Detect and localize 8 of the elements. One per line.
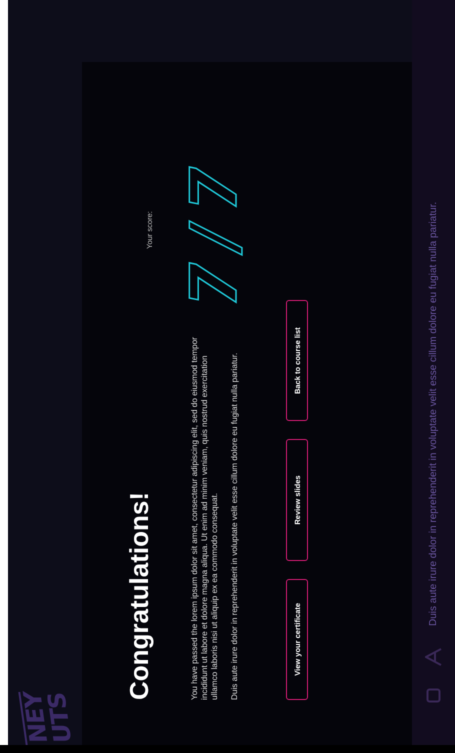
square-icon[interactable] <box>426 688 441 703</box>
footer-text: Duis aute irure dolor in reprehenderit in voluptate velit esse cillum dolore eu fugiat nulla pariatur. <box>427 200 440 626</box>
body-text: You have passed the lorem ipsum dolor sit amet, consectetur adipiscing elit, sed do eiusmod tempor incididunt ut labore et dolore magna aliqua. Ut enim ad minim veniam, quis nostrud exercitation ullamco laboris nisi ut aliquip ex ea commodo consequat. <box>190 336 220 700</box>
score: 7/7 <box>182 152 248 308</box>
letter-a-icon[interactable] <box>425 648 442 666</box>
logo: NEY UTS <box>18 692 76 745</box>
body-text: Duis aute irure dolor in reprehenderit in voluptate velit esse cillum dolore eu fugiat nulla pariatur. <box>230 352 240 700</box>
title: Congratulations! <box>124 491 154 700</box>
